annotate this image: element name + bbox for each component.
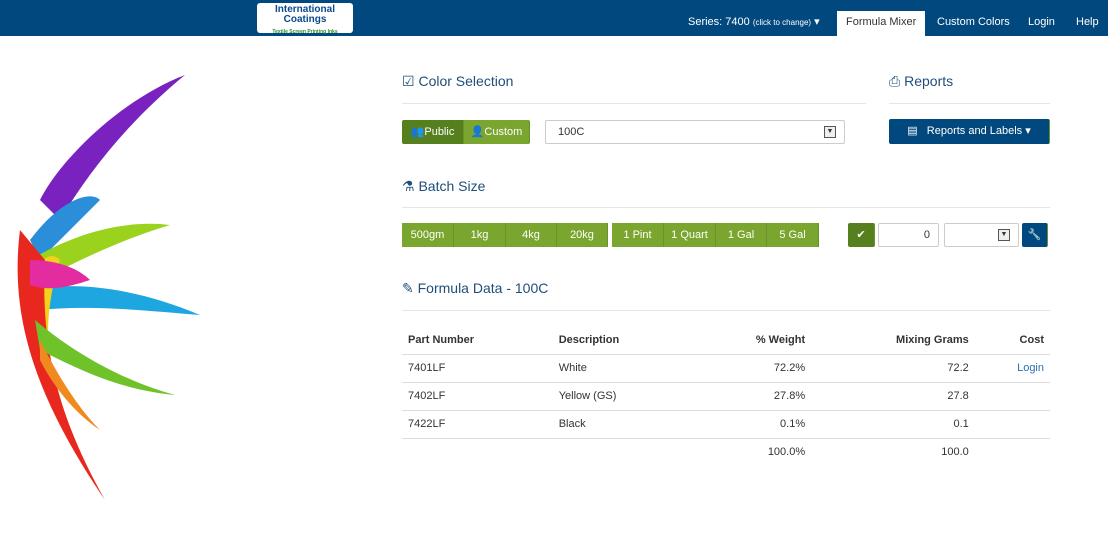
batch-20kg[interactable]: 20kg xyxy=(557,223,608,247)
batch-1-pint[interactable]: 1 Pint xyxy=(612,223,664,247)
logo[interactable]: International Coatings Textile Screen Prin… xyxy=(257,3,353,35)
nav-custom-colors[interactable]: Custom Colors xyxy=(937,0,1010,36)
wrench-button[interactable]: 🔧 xyxy=(1022,223,1048,247)
color-select[interactable]: 100C ▼ xyxy=(545,120,845,144)
formula-data-title: ✎ Formula Data - 100C xyxy=(402,280,549,296)
navbar: International Coatings Textile Screen Prin… xyxy=(0,0,1108,36)
custom-batch-input[interactable]: 0 xyxy=(878,223,939,247)
chevron-down-icon: ▼ xyxy=(824,126,836,138)
color-selection-title: ☑ Color Selection xyxy=(402,73,514,89)
divider xyxy=(402,207,1050,208)
batch-size-title: ⚗ Batch Size xyxy=(402,178,486,194)
table-row: 7402LF Yellow (GS) 27.8% 27.8 xyxy=(402,382,1050,411)
batch-1-quart[interactable]: 1 Quart xyxy=(664,223,716,247)
nav-login[interactable]: Login xyxy=(1028,0,1055,36)
reports-and-labels-button[interactable]: ▤ Reports and Labels ▾ xyxy=(889,119,1050,144)
divider xyxy=(889,103,1050,104)
batch-1kg[interactable]: 1kg xyxy=(454,223,506,247)
table-row: 7401LF White 72.2% 72.2 Login xyxy=(402,354,1050,383)
nav-help[interactable]: Help xyxy=(1076,0,1099,36)
divider xyxy=(402,103,866,104)
paint-splash-image xyxy=(17,75,200,500)
cost-login-link[interactable]: Login xyxy=(1017,362,1044,374)
unit-select[interactable]: ▼ xyxy=(944,223,1019,247)
series-dropdown[interactable]: Series: 7400 (click to change) ▾ xyxy=(688,0,820,36)
batch-1-gal[interactable]: 1 Gal xyxy=(716,223,767,247)
check-button[interactable]: ✔ xyxy=(848,223,875,247)
nav-formula-mixer[interactable]: Formula Mixer xyxy=(837,11,926,36)
table-header: Part Number Description % Weight Mixing … xyxy=(402,326,1050,355)
batch-4kg[interactable]: 4kg xyxy=(506,223,557,247)
batch-5-gal[interactable]: 5 Gal xyxy=(767,223,819,247)
custom-button[interactable]: 👤Custom xyxy=(464,120,530,144)
public-button[interactable]: 👥Public xyxy=(402,120,464,144)
divider xyxy=(402,310,1050,311)
table-row: 7422LF Black 0.1% 0.1 xyxy=(402,410,1050,439)
batch-500gm[interactable]: 500gm xyxy=(402,223,454,247)
reports-title: ⎙ Reports xyxy=(889,73,954,89)
totals-row: 100.0% 100.0 xyxy=(767,446,969,459)
formula-table: Part Number Description % Weight Mixing … xyxy=(402,326,1050,466)
chevron-down-icon: ▼ xyxy=(998,229,1010,241)
